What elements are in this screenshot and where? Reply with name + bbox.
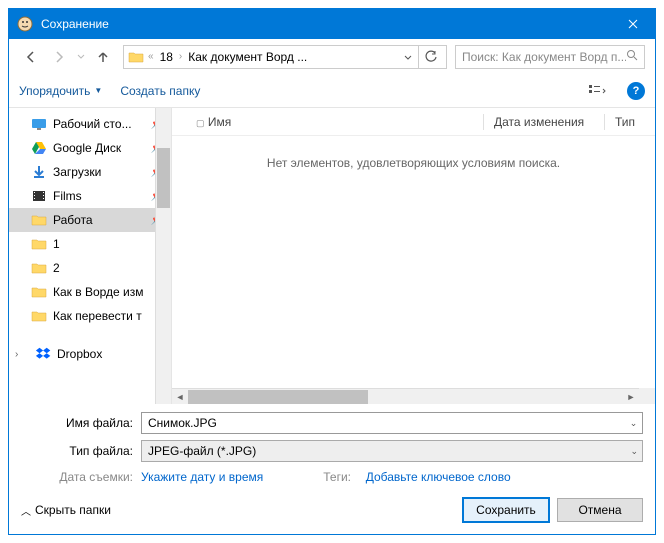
sidebar-item-downloads[interactable]: Загрузки 📌	[9, 160, 171, 184]
sidebar-item-folder-1[interactable]: 1	[9, 232, 171, 256]
filetype-select[interactable]: JPEG-файл (*.JPG) ⌄	[141, 440, 643, 462]
breadcrumb-dropdown[interactable]	[400, 50, 416, 64]
sidebar-item-desktop[interactable]: Рабочий сто... 📌	[9, 112, 171, 136]
titlebar: Сохранение	[9, 9, 655, 39]
body: Рабочий сто... 📌 Google Диск 📌 Загрузки …	[9, 108, 655, 404]
date-taken-link[interactable]: Укажите дату и время	[141, 470, 263, 484]
chevron-right-icon: ›	[177, 51, 184, 62]
search-input[interactable]	[462, 50, 626, 64]
forward-button[interactable]	[47, 45, 71, 69]
chevron-right-icon: «	[146, 51, 156, 62]
sidebar-item-folder-2[interactable]: 2	[9, 256, 171, 280]
new-folder-button[interactable]: Создать папку	[120, 84, 200, 98]
sidebar-item-label: Рабочий сто...	[53, 117, 132, 131]
search-icon	[626, 49, 638, 64]
sidebar-item-folder-4[interactable]: Как перевести т	[9, 304, 171, 328]
hide-folders-button[interactable]: ︿ Скрыть папки	[21, 503, 111, 518]
column-date[interactable]: Дата изменения	[484, 115, 604, 129]
folder-icon	[31, 284, 47, 300]
sidebar-item-label: Как в Ворде изм	[53, 285, 144, 299]
folder-icon	[31, 260, 47, 276]
filename-input[interactable]	[141, 412, 625, 434]
breadcrumb-seg-2[interactable]: Как документ Ворд ...	[186, 50, 309, 64]
new-folder-label: Создать папку	[120, 84, 200, 98]
sidebar-item-label: Работа	[53, 213, 93, 227]
up-button[interactable]	[91, 45, 115, 69]
chevron-right-icon[interactable]: ›	[15, 349, 27, 360]
desktop-icon	[31, 116, 47, 132]
scrollbar-corner	[639, 388, 655, 404]
sidebar-item-label: 1	[53, 237, 60, 251]
date-taken-label: Дата съемки:	[21, 470, 141, 484]
organize-button[interactable]: Упорядочить ▼	[19, 84, 102, 98]
empty-message: Нет элементов, удовлетворяющих условиям …	[172, 136, 655, 170]
scroll-left-button[interactable]: ◄	[172, 389, 188, 405]
search-box[interactable]	[455, 45, 645, 69]
sidebar-item-label: Загрузки	[53, 165, 101, 179]
column-name[interactable]: ▢ Имя	[184, 115, 483, 129]
tags-label: Теги:	[323, 470, 359, 484]
sidebar-item-films[interactable]: Films 📌	[9, 184, 171, 208]
recent-dropdown[interactable]	[75, 45, 87, 69]
footer: Имя файла: ⌄ Тип файла: JPEG-файл (*.JPG…	[9, 404, 655, 534]
filename-dropdown[interactable]: ⌄	[625, 412, 643, 434]
sidebar-scrollbar[interactable]	[155, 108, 171, 404]
dialog-title: Сохранение	[41, 17, 610, 31]
filetype-label: Тип файла:	[21, 444, 141, 458]
sidebar-item-gdrive[interactable]: Google Диск 📌	[9, 136, 171, 160]
toolbar: Упорядочить ▼ Создать папку ?	[9, 74, 655, 108]
chevron-down-icon: ▼	[94, 86, 102, 95]
sidebar: Рабочий сто... 📌 Google Диск 📌 Загрузки …	[9, 108, 172, 404]
column-headers: ▢ Имя Дата изменения Тип	[172, 108, 655, 136]
tags-link[interactable]: Добавьте ключевое слово	[366, 470, 511, 484]
back-button[interactable]	[19, 45, 43, 69]
sidebar-item-folder-3[interactable]: Как в Ворде изм	[9, 280, 171, 304]
sidebar-item-work[interactable]: Работа 📌	[9, 208, 171, 232]
sidebar-item-label: Как перевести т	[53, 309, 142, 323]
refresh-button[interactable]	[418, 45, 442, 69]
close-button[interactable]	[610, 9, 655, 39]
filetype-value: JPEG-файл (*.JPG)	[148, 444, 256, 458]
hide-folders-label: Скрыть папки	[35, 503, 111, 517]
navbar: « 18 › Как документ Ворд ...	[9, 39, 655, 74]
sidebar-item-label: 2	[53, 261, 60, 275]
gdrive-icon	[31, 140, 47, 156]
folder-icon	[31, 212, 47, 228]
save-dialog: Сохранение « 18 › Как документ Ворд ...	[8, 8, 656, 535]
app-icon	[17, 16, 33, 32]
scrollbar-thumb[interactable]	[157, 148, 170, 208]
sidebar-item-label: Google Диск	[53, 141, 121, 155]
sidebar-item-dropbox[interactable]: › Dropbox	[9, 342, 171, 366]
folder-icon	[31, 236, 47, 252]
column-type[interactable]: Тип	[605, 115, 655, 129]
help-button[interactable]: ?	[627, 82, 645, 100]
chevron-up-icon: ︿	[21, 503, 31, 518]
scrollbar-thumb[interactable]	[188, 390, 368, 404]
folder-icon	[31, 308, 47, 324]
films-icon	[31, 188, 47, 204]
organize-label: Упорядочить	[19, 84, 90, 98]
view-button[interactable]	[585, 79, 609, 103]
breadcrumb-seg-1[interactable]: 18	[158, 50, 175, 64]
sidebar-item-label: Dropbox	[57, 347, 102, 361]
cancel-button[interactable]: Отмена	[557, 498, 643, 522]
content-scrollbar[interactable]: ◄ ►	[172, 388, 639, 404]
breadcrumb[interactable]: « 18 › Как документ Ворд ...	[123, 45, 447, 69]
save-button[interactable]: Сохранить	[463, 498, 549, 522]
folder-icon	[128, 49, 144, 65]
sidebar-item-label: Films	[53, 189, 82, 203]
scroll-right-button[interactable]: ►	[623, 389, 639, 405]
file-list: ▢ Имя Дата изменения Тип Нет элементов, …	[172, 108, 655, 404]
downloads-icon	[31, 164, 47, 180]
filename-label: Имя файла:	[21, 416, 141, 430]
dropbox-icon	[35, 346, 51, 362]
chevron-down-icon: ⌄	[630, 446, 638, 457]
